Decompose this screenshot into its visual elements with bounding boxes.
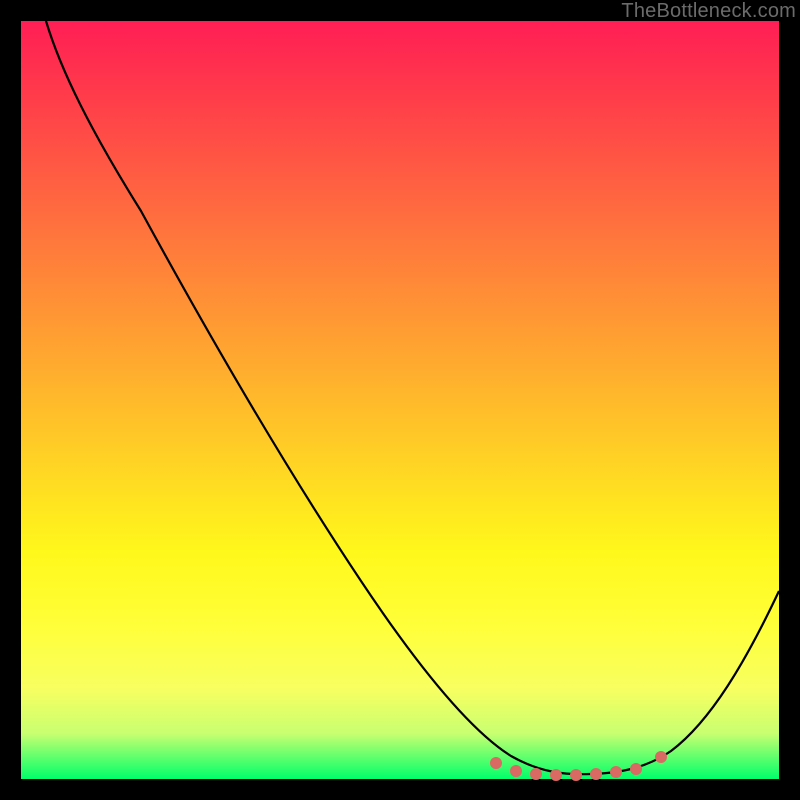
optimal-dot: [655, 751, 667, 763]
watermark-text: TheBottleneck.com: [621, 0, 796, 23]
optimal-dot: [510, 765, 522, 777]
optimal-dot: [610, 766, 622, 778]
bottleneck-curve: [46, 21, 779, 774]
chart-area: [21, 21, 779, 779]
optimal-dot: [490, 757, 502, 769]
optimal-dot: [530, 768, 542, 780]
optimal-dot: [590, 768, 602, 780]
optimal-dot: [630, 763, 642, 775]
bottleneck-curve-svg: [21, 21, 779, 779]
optimal-dot: [550, 769, 562, 781]
optimal-dot: [570, 769, 582, 781]
